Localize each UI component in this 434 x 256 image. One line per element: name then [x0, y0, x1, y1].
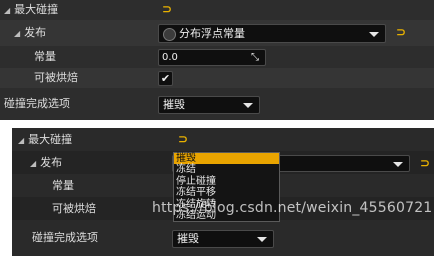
reset-arrow-icon[interactable]: ⊃	[420, 156, 430, 170]
property-row-max-collisions: ◢ 最大碰撞 ⊃	[0, 0, 434, 20]
reset-arrow-icon[interactable]: ⊃	[396, 25, 406, 39]
property-label: ◢ 最大碰撞	[18, 133, 73, 146]
collapse-triangle-icon[interactable]: ◢	[30, 159, 36, 168]
collapse-triangle-icon[interactable]: ◢	[4, 6, 10, 15]
reset-arrow-icon[interactable]: ⊃	[178, 132, 188, 146]
details-panel-bottom: ◢ 最大碰撞 ⊃ ◢ 发布 ⊃ 常量 可被烘焙 碰撞完成选项 摧毁 摧毁 冻结 停止…	[12, 128, 434, 256]
input-value: 0.0	[162, 52, 178, 63]
property-label: ◢ 发布	[30, 156, 63, 169]
details-panel-top: ◢ 最大碰撞 ⊃ ◢ 发布 分布浮点常量 ⊃ 常量 0.0 ⤡ 可被烘焙 ✔ 碰撞完…	[0, 0, 434, 120]
menu-item-freeze[interactable]: 冻结	[174, 164, 279, 175]
distribution-type-dropdown[interactable]: 分布浮点常量	[158, 24, 386, 43]
property-row-bakeable: 可被烘焙 ✔	[0, 68, 434, 88]
bakeable-checkbox[interactable]: ✔	[158, 71, 173, 86]
collision-completion-dropdown[interactable]: 摧毁	[172, 230, 274, 248]
chevron-down-icon	[393, 161, 403, 167]
property-label: ◢ 最大碰撞	[4, 3, 59, 16]
property-label: 可被烘焙	[52, 202, 96, 215]
property-label: 常量	[34, 50, 56, 63]
property-label: 可被烘焙	[34, 71, 78, 84]
chevron-down-icon	[243, 103, 253, 108]
menu-item-halt-collisions[interactable]: 停止碰撞	[174, 176, 279, 187]
property-label: 常量	[52, 179, 74, 192]
property-row-distribution: ◢ 发布 分布浮点常量 ⊃	[0, 20, 434, 46]
menu-item-freeze-translation[interactable]: 冻结平移	[174, 187, 279, 198]
constant-number-input[interactable]: 0.0 ⤡	[158, 49, 266, 66]
drag-resize-icon[interactable]: ⤡	[251, 50, 259, 65]
watermark: https://blog.csdn.net/weixin_45560721	[152, 200, 433, 216]
checkmark-icon: ✔	[160, 72, 171, 85]
property-row-max-collisions: ◢ 最大碰撞 ⊃	[12, 128, 434, 151]
dropdown-value: 分布浮点常量	[179, 27, 245, 40]
property-label: 碰撞完成选项	[32, 231, 98, 244]
chevron-down-icon	[257, 237, 267, 242]
property-label: 碰撞完成选项	[4, 97, 70, 110]
collision-completion-dropdown[interactable]: 摧毁	[158, 96, 260, 114]
property-row-constant: 常量 0.0 ⤡	[0, 46, 434, 68]
chevron-down-icon	[369, 31, 379, 37]
menu-item-destroy[interactable]: 摧毁	[174, 153, 279, 165]
property-row-collision-completion: 碰撞完成选项 摧毁	[0, 88, 434, 120]
collapse-triangle-icon[interactable]: ◢	[14, 29, 20, 38]
reset-arrow-icon[interactable]: ⊃	[162, 2, 172, 16]
dropdown-value: 摧毁	[177, 232, 199, 245]
dropdown-value: 摧毁	[163, 98, 185, 111]
property-row-collision-completion: 碰撞完成选项 摧毁	[12, 220, 434, 256]
property-label: ◢ 发布	[14, 26, 47, 39]
radio-icon	[163, 28, 176, 41]
collapse-triangle-icon[interactable]: ◢	[18, 136, 24, 145]
